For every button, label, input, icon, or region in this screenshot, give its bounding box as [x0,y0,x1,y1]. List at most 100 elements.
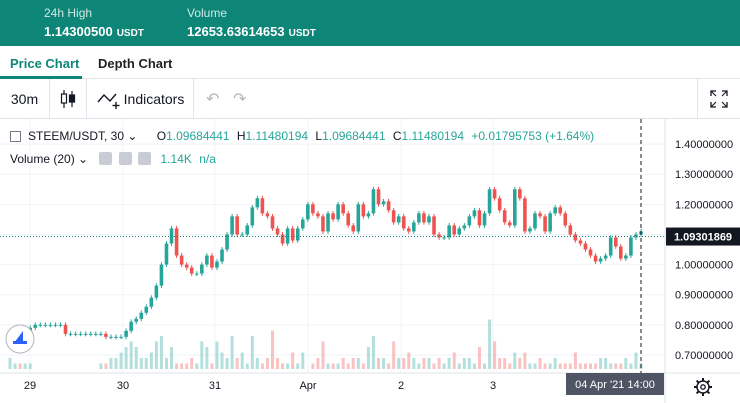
volume-bar [154,341,158,369]
volume-bar [568,363,572,369]
stat-number: 1.14300500 [44,24,113,39]
chart-toolbar: 30m Indicators ↶ ↷ [0,79,740,119]
candle-body [361,204,366,217]
time-tick-label: 31 [209,380,221,392]
time-axis: 29 30 31 Apr 2 3 [24,380,496,392]
candle-body [124,330,128,337]
candle-body [270,216,275,229]
volume-value: 1.14K [160,152,192,166]
price-tick-label: 0.80000000 [675,320,733,332]
volume-bar [538,358,542,369]
price-tick-label: 1.20000000 [675,199,733,211]
volume-bar [190,358,194,369]
candle-body [624,255,628,259]
candle-body [139,312,144,319]
candle-body [295,228,300,241]
volume-bar [417,363,421,369]
volume-bar [104,363,108,369]
candle-body [255,198,260,208]
price-tick-label: 0.90000000 [675,290,733,302]
volume-bar [553,358,557,369]
volume-bar [28,363,32,369]
volume-bar [316,358,320,369]
volume-bar [599,358,603,369]
candle-body [593,255,598,262]
close-icon[interactable] [138,152,152,165]
volume-dropdown-icon[interactable]: ⌄ [78,152,88,166]
settings-icon[interactable] [118,152,132,165]
time-tick-label: 29 [24,380,36,392]
volume-bar [276,358,280,369]
interval-button[interactable]: 30m [0,79,50,119]
candle-body [73,333,78,335]
chart-type-button[interactable] [50,79,87,119]
volume-bar [250,336,254,369]
candle-body [235,216,239,235]
candle-body [184,264,189,268]
volume-bar [609,363,613,369]
volume-bar [402,358,406,369]
candle-body [174,228,179,256]
candle-body [472,210,477,217]
candle-body [417,213,421,223]
legend-collapse-toggle[interactable] [10,131,21,142]
candle-body [427,216,431,223]
stat-unit: USDT [288,28,316,39]
volume-bar [13,363,17,369]
candle-body [134,318,138,322]
fullscreen-button[interactable] [697,79,740,119]
volume-bar [624,358,628,369]
low-value: 1.09684441 [322,129,386,143]
price-chart-area[interactable]: 1.400000001.300000001.200000001.10000000… [0,119,740,403]
tab-depth-chart[interactable]: Depth Chart [98,56,172,71]
volume-bar [164,358,168,369]
candle-body [290,228,295,241]
candle-body [573,234,578,241]
indicators-button[interactable]: Indicators [87,79,194,119]
ohlc-legend: STEEM/USDT, 30 ⌄ O1.09684441 H1.11480194… [28,129,594,143]
volume-bar [124,347,128,369]
volume-bar [371,336,375,369]
candle-body [280,234,285,244]
volume-bar [149,352,153,369]
volume-bar [427,358,431,369]
volume-bar [543,363,547,369]
candle-body [422,213,426,223]
crosshair-time-label: 04 Apr '21 14:00 [566,373,664,395]
volume-bar [351,358,355,369]
candle-body [558,207,563,214]
candle-body [619,246,623,259]
redo-icon[interactable]: ↷ [233,89,246,109]
volume-bars [8,319,643,369]
candle-body [300,219,305,229]
candle-body [326,213,330,232]
open-value: 1.09684441 [166,129,230,143]
undo-icon[interactable]: ↶ [206,89,219,109]
tab-price-chart[interactable]: Price Chart [10,56,79,71]
volume-bar [18,363,22,369]
volume-bar [503,358,507,369]
volume-bar [119,352,123,369]
volume-bar [483,363,487,369]
indicators-label: Indicators [123,91,185,107]
volume-bar [23,363,27,369]
volume-bar [442,363,446,369]
candle-body [502,210,507,223]
candle-body [240,234,245,236]
volume-bar [558,363,562,369]
time-tick-label: 3 [490,380,496,392]
candles-icon [60,90,76,108]
symbol-dropdown-icon[interactable]: ⌄ [127,129,137,143]
candle-body [386,201,391,211]
candle-body [215,261,219,268]
candle-body [523,198,527,232]
time-tick-label: Apr [299,380,316,392]
volume-bar [366,347,370,369]
volume-bar [260,363,264,369]
current-price-text: 1.09301869 [674,232,732,244]
candle-body [457,228,462,235]
candle-body [482,213,487,226]
ticker-stats-bar: 24h High 1.14300500 USDT Volume 12653.636… [0,0,740,46]
eye-icon[interactable] [99,152,113,165]
stat-value: 1.14300500 USDT [44,24,144,39]
